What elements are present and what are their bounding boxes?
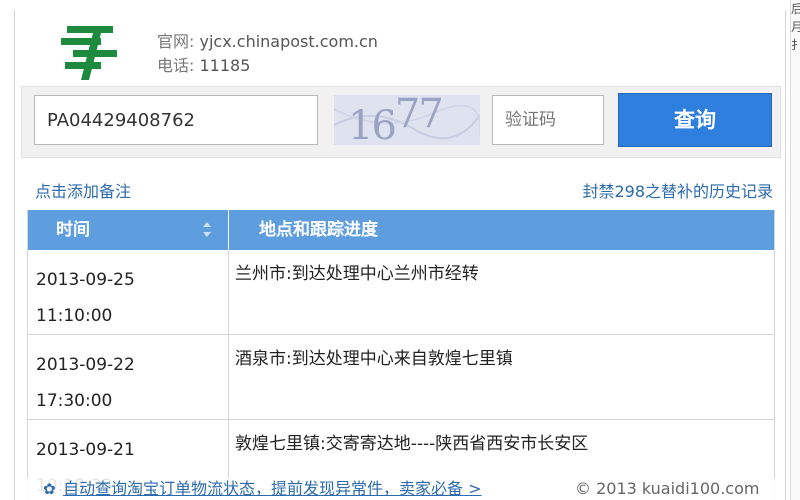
add-note-link[interactable]: 点击添加备注 <box>35 178 131 202</box>
time-column-header[interactable]: 时间 <box>28 210 229 250</box>
phone-value: 11185 <box>199 56 251 75</box>
contact-info: 官网: yjcx.chinapost.com.cn 电话: 11185 <box>157 30 378 78</box>
history-link[interactable]: 封禁298之替补的历史记录 <box>582 178 773 202</box>
gear-icon: ✿ <box>43 480 56 498</box>
row-date: 2013-09-22 <box>36 355 135 375</box>
captcha-digits-b: 77 <box>394 95 444 137</box>
promo-link[interactable]: 自动查询淘宝订单物流状态，提前发现异常件，卖家必备 > <box>63 478 482 500</box>
captcha-image[interactable]: 1677 <box>334 95 480 145</box>
row-time-cell: 2013-09-22 17:30:00 <box>28 335 229 419</box>
row-date: 2013-09-25 <box>36 270 135 290</box>
tracking-table: 时间 地点和跟踪进度 2013-09-25 11:10:00 兰州市:到达处理中… <box>27 210 775 500</box>
captcha-digits-a: 16 <box>348 103 397 145</box>
place-column-header: 地点和跟踪进度 <box>229 210 774 250</box>
tracking-number-input[interactable] <box>34 95 318 145</box>
query-button[interactable]: 查询 <box>618 93 772 147</box>
table-row: 2013-09-25 11:10:00 兰州市:到达处理中心兰州市经转 <box>28 250 774 335</box>
table-row: 2013-09-22 17:30:00 酒泉市:到达处理中心来自敦煌七里镇 <box>28 335 774 420</box>
row-detail: 兰州市:到达处理中心兰州市经转 <box>235 264 479 284</box>
adjacent-window-edge: 后 月 扌 <box>790 0 800 500</box>
captcha-text: 1677 <box>348 95 444 145</box>
website-value: yjcx.chinapost.com.cn <box>199 32 378 51</box>
row-date: 2013-09-21 <box>36 440 135 460</box>
footer-bar: ✿ 自动查询淘宝订单物流状态，提前发现异常件，卖家必备 > © 2013 kua… <box>15 478 785 500</box>
china-post-logo-icon <box>61 26 117 80</box>
row-detail: 酒泉市:到达处理中心来自敦煌七里镇 <box>235 349 513 369</box>
row-time-cell: 2013-09-25 11:10:00 <box>28 250 229 334</box>
sort-icon[interactable] <box>203 222 212 238</box>
search-bar: 1677 查询 <box>21 86 781 158</box>
row-time: 17:30:00 <box>36 391 113 411</box>
table-header: 时间 地点和跟踪进度 <box>28 210 774 250</box>
copyright: © 2013 kuaidi100.com <box>575 479 760 498</box>
edge-char: 月 <box>791 20 800 34</box>
tracking-panel: 官网: yjcx.chinapost.com.cn 电话: 11185 1677… <box>14 10 786 500</box>
captcha-input[interactable] <box>492 95 604 145</box>
edge-char: 后 <box>791 2 800 16</box>
edge-char: 扌 <box>791 38 800 52</box>
place-header-label: 地点和跟踪进度 <box>259 220 378 240</box>
row-time: 11:10:00 <box>36 306 113 326</box>
time-header-label: 时间 <box>56 220 90 240</box>
website-label: 官网: <box>157 32 195 51</box>
phone-label: 电话: <box>157 56 195 75</box>
